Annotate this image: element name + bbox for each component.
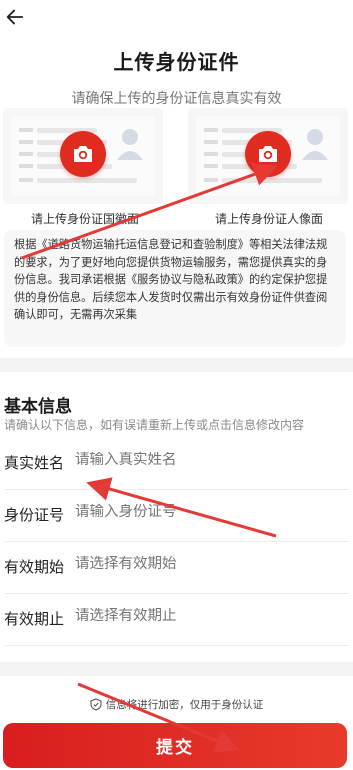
back-arrow-icon[interactable] (4, 6, 26, 28)
portrait-icon (302, 129, 328, 160)
shield-icon (90, 698, 102, 711)
id-front-label: 请上传身份证国徽面 (30, 212, 139, 226)
camera-icon[interactable] (245, 131, 291, 177)
camera-icon[interactable] (60, 131, 106, 177)
security-note-text: 信息将进行加密，仅用于身份认证 (105, 699, 264, 711)
field-row-valid-until: 有效期止 (0, 594, 353, 646)
security-note: 信息将进行加密，仅用于身份认证 (0, 697, 353, 712)
field-row-id-number: 身份证号 (0, 490, 353, 542)
valid-from-picker[interactable] (75, 556, 335, 572)
field-label: 有效期止 (4, 610, 65, 628)
section-title-basic-info: 基本信息 (4, 397, 72, 417)
field-label: 真实姓名 (4, 454, 65, 472)
field-row-real-name: 真实姓名 (0, 438, 353, 490)
valid-until-picker[interactable] (75, 608, 335, 624)
id-portrait-label: 请上传身份证人像面 (214, 212, 323, 226)
page-title: 上传身份证件 (113, 50, 240, 74)
section-divider (0, 662, 353, 676)
section-hint: 请确认以下信息，如有误请重新上传或点击信息修改内容 (4, 418, 305, 432)
page-subtitle: 请确保上传的身份证信息真实有效 (71, 91, 282, 107)
field-row-valid-from: 有效期始 (0, 542, 353, 594)
field-label: 身份证号 (4, 506, 65, 524)
id-portrait-upload-card[interactable] (188, 108, 348, 204)
portrait-icon (117, 129, 143, 160)
legal-notice: 根据《道路货物运输托运信息登记和查验制度》等相关法律法规的要求，为了更好地向您提… (4, 230, 346, 347)
id-front-upload-card[interactable] (3, 108, 163, 204)
submit-button[interactable]: 提交 (3, 723, 347, 768)
field-label: 有效期始 (4, 558, 65, 576)
id-number-input[interactable] (75, 504, 335, 520)
real-name-input[interactable] (75, 452, 335, 468)
section-divider (0, 358, 353, 372)
